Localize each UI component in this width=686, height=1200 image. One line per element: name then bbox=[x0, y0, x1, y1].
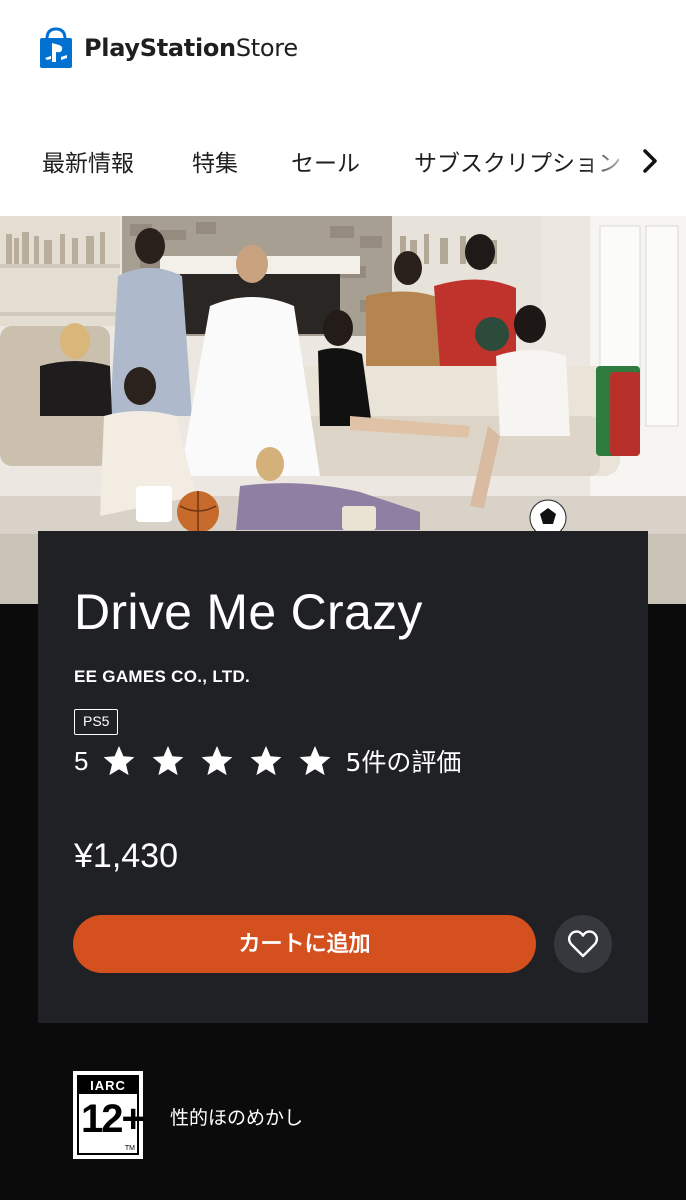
nav-item-sale[interactable]: セール bbox=[291, 144, 360, 178]
iarc-rating-frame: IARC 12+ TM bbox=[77, 1075, 145, 1155]
star-icon bbox=[153, 746, 184, 776]
iarc-rating-badge: IARC 12+ TM bbox=[73, 1071, 145, 1159]
shopping-bag-icon bbox=[40, 27, 72, 68]
rating-count[interactable]: 5件の評価 bbox=[345, 743, 461, 779]
rating-value: 5 bbox=[74, 745, 89, 776]
content-descriptor: 性的ほのめかし bbox=[170, 1107, 304, 1129]
playstation-store-logo[interactable]: PlayStationStore bbox=[38, 26, 298, 70]
brand-suffix: Store bbox=[235, 34, 298, 62]
platform-badge: PS5 bbox=[74, 709, 119, 735]
chevron-right-icon[interactable] bbox=[636, 146, 664, 176]
product-card: Drive Me Crazy EE GAMES CO., LTD. PS5 5 … bbox=[38, 531, 648, 1023]
publisher-name[interactable]: EE GAMES CO., LTD. bbox=[74, 667, 250, 687]
add-to-cart-button[interactable]: カートに追加 bbox=[73, 915, 536, 973]
nav-item-latest[interactable]: 最新情報 bbox=[42, 144, 134, 178]
store-header: PlayStationStore 最新情報 特集 セール サブスクリプション bbox=[0, 0, 686, 216]
iarc-trademark: TM bbox=[124, 1145, 135, 1152]
product-price: ¥1,430 bbox=[74, 837, 178, 875]
category-nav: 最新情報 特集 セール サブスクリプション bbox=[0, 130, 686, 190]
star-icon bbox=[300, 746, 331, 776]
nav-fade bbox=[584, 130, 640, 190]
nav-item-features[interactable]: 特集 bbox=[192, 144, 238, 178]
iarc-age: 12+ bbox=[81, 1097, 145, 1141]
star-rating: 5 5件の評価 bbox=[74, 741, 461, 781]
star-icon bbox=[104, 746, 135, 776]
product-title: Drive Me Crazy bbox=[74, 584, 423, 640]
brand-name: PlayStation bbox=[84, 34, 236, 62]
star-icon bbox=[202, 746, 233, 776]
star-icon bbox=[251, 746, 282, 776]
wishlist-button[interactable] bbox=[554, 915, 612, 973]
page: PlayStationStore 最新情報 特集 セール サブスクリプション D… bbox=[0, 0, 686, 1200]
iarc-label: IARC bbox=[79, 1077, 137, 1094]
heart-icon bbox=[567, 930, 599, 958]
